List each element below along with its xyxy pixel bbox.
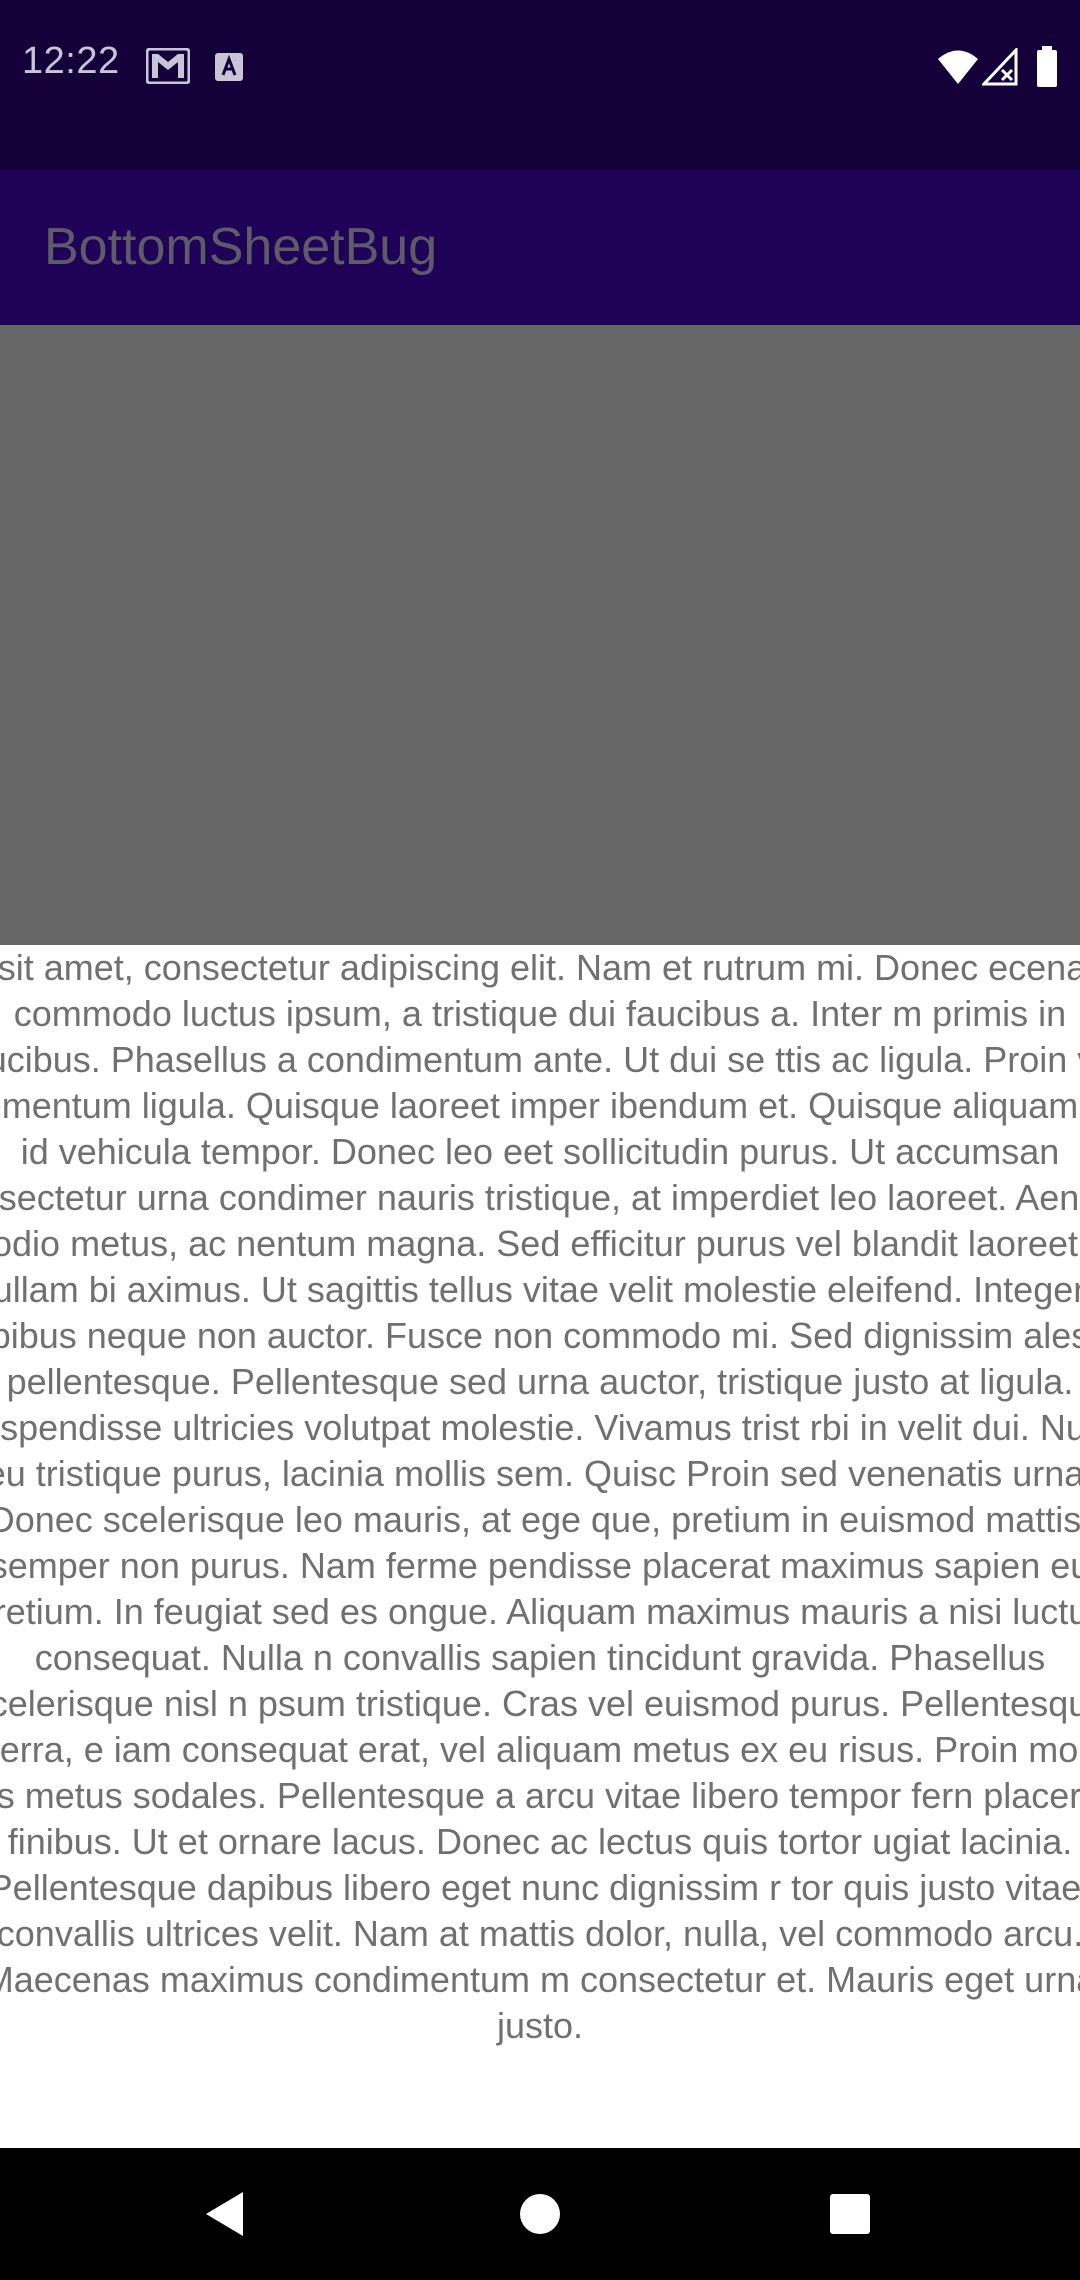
signal-no-service-icon bbox=[980, 46, 1018, 91]
home-circle-icon bbox=[520, 2194, 560, 2234]
recents-button[interactable] bbox=[790, 2148, 910, 2280]
status-bar: 12:22 bbox=[0, 0, 1080, 170]
app-title: BottomSheetBug bbox=[44, 218, 438, 276]
app-bar: BottomSheetBug bbox=[0, 170, 1080, 325]
home-button[interactable] bbox=[480, 2148, 600, 2280]
back-triangle-icon bbox=[206, 2192, 243, 2236]
navigation-bar bbox=[0, 2148, 1080, 2280]
gmail-icon bbox=[145, 47, 191, 89]
wifi-icon bbox=[936, 48, 980, 91]
keyboard-a-icon bbox=[214, 52, 244, 87]
bottom-sheet-scrim[interactable] bbox=[0, 325, 1080, 945]
back-button[interactable] bbox=[165, 2148, 285, 2280]
bottom-sheet-text: r sit amet, consectetur adipiscing elit.… bbox=[0, 947, 1080, 2046]
status-time: 12:22 bbox=[22, 40, 120, 82]
battery-icon bbox=[1036, 46, 1058, 93]
recents-square-icon bbox=[830, 2194, 870, 2234]
bottom-sheet[interactable]: r sit amet, consectetur adipiscing elit.… bbox=[0, 945, 1080, 2145]
